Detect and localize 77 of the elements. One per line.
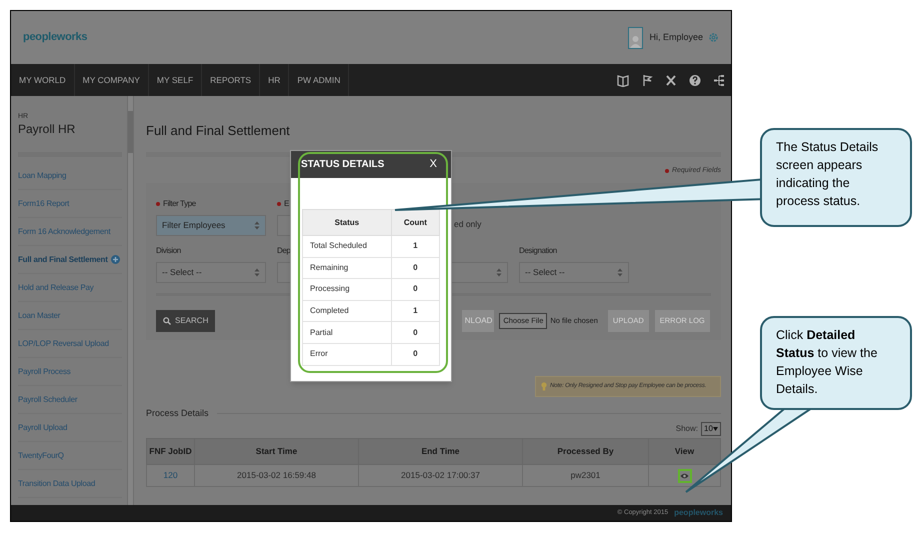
table-cell: 2015-03-02 16:59:48 <box>194 464 358 486</box>
table-cell: 0 <box>391 343 440 366</box>
required-marker <box>664 169 669 174</box>
sidebar-item[interactable]: Loan Master <box>18 302 122 330</box>
sidebar-title: Payroll HR <box>18 121 76 137</box>
nav-item[interactable]: REPORTS <box>202 64 260 96</box>
hierarchy-icon <box>713 74 725 86</box>
table-cell: 0 <box>391 278 440 300</box>
nav-item[interactable]: MY SELF <box>148 64 202 96</box>
field-label: Division <box>156 244 181 256</box>
table-cell: Partial <box>302 322 392 344</box>
select-field[interactable]: -- Select -- <box>156 262 266 282</box>
column-header: Status <box>302 210 392 236</box>
column-header: Processed By <box>522 438 648 464</box>
show-label: Show: <box>676 423 698 435</box>
sidebar-item[interactable]: LOP/LOP Reversal Upload <box>18 330 122 358</box>
page-size-select[interactable]: 10 <box>701 422 721 436</box>
nav-item[interactable]: PW ADMIN <box>289 64 350 96</box>
download-button[interactable]: NLOAD <box>462 310 494 332</box>
job-id-link[interactable]: 120 <box>146 464 194 486</box>
close-button[interactable]: X <box>430 156 437 173</box>
dialog-title: STATUS DETAILS <box>301 158 386 172</box>
view-button[interactable] <box>678 468 692 482</box>
column-header: FNF JobID <box>146 438 194 464</box>
select-arrows-icon <box>254 220 260 230</box>
table-cell: Error <box>302 343 392 366</box>
page-title: Full and Final Settlement <box>146 122 291 140</box>
select-field[interactable]: Filter Employees <box>156 214 266 236</box>
search-button[interactable]: SEARCH <box>156 310 216 332</box>
sidebar-item[interactable]: Full and Final Settlement <box>18 246 122 274</box>
select-field[interactable]: -- Select -- <box>519 262 629 282</box>
sidebar-item[interactable]: Hold and Release Pay <box>18 274 122 302</box>
nav-item[interactable]: HR <box>260 64 290 96</box>
section-title: Process Details <box>146 406 209 420</box>
table-cell: 0 <box>391 257 440 279</box>
checkbox-label: ed only <box>454 218 482 230</box>
table-cell: 1 <box>391 300 440 322</box>
table-cell: 0 <box>391 322 440 344</box>
help-icon <box>689 74 701 86</box>
field-label: Filter Type <box>163 198 196 210</box>
select-arrows-icon <box>496 268 502 276</box>
search-icon <box>163 316 171 324</box>
book-icon <box>617 74 629 86</box>
flag-icon <box>641 74 653 86</box>
sidebar-item[interactable]: Transition Data Upload <box>18 470 122 498</box>
sidebar-item[interactable]: Payroll Upload <box>18 414 122 442</box>
logo: peopleworks <box>23 30 88 46</box>
select-arrows-icon <box>617 268 623 276</box>
table-cell: 2015-03-02 17:00:37 <box>358 464 522 486</box>
footer-logo: peopleworks <box>674 507 723 519</box>
table-cell: Completed <box>302 300 392 322</box>
caret-icon <box>713 427 718 431</box>
field-label: Designation <box>519 244 557 256</box>
eye-icon <box>680 472 689 478</box>
sidebar-item[interactable]: TwentyFourQ <box>18 442 122 470</box>
column-header: End Time <box>358 438 522 464</box>
callout-text: Click Detailed Status to view the Employee Wise Details. <box>760 316 912 410</box>
table-cell: pw2301 <box>522 464 648 486</box>
lightbulb-icon <box>541 382 547 390</box>
select-arrows-icon <box>254 268 260 276</box>
table-cell: 1 <box>391 236 440 258</box>
callout-text: The Status Details screen appears indicating the process status. <box>760 128 912 227</box>
field-label: E <box>284 198 289 210</box>
table-cell: Total Scheduled <box>302 236 392 258</box>
sidebar-item[interactable]: Form16 Report <box>18 190 122 218</box>
user-greeting[interactable]: Hi, Employee <box>649 30 703 44</box>
tools-icon <box>665 74 677 86</box>
field-label: Dep <box>277 244 290 256</box>
table-cell: Remaining <box>302 257 392 279</box>
avatar-icon <box>628 26 644 48</box>
column-header: Start Time <box>194 438 358 464</box>
table-cell: Processing <box>302 278 392 300</box>
sidebar-item[interactable]: Loan Mapping <box>18 162 122 190</box>
plus-icon <box>111 255 120 264</box>
sidebar-item[interactable]: Payroll Scheduler <box>18 386 122 414</box>
sidebar-item[interactable]: Payroll Process <box>18 358 122 386</box>
sidebar-item[interactable]: Form 16 Acknowledgement <box>18 218 122 246</box>
